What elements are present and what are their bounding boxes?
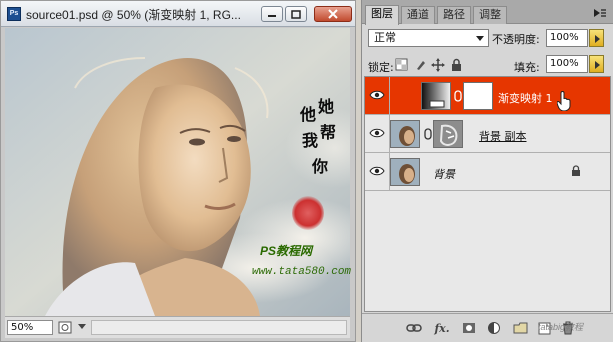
calligraphy-char: 她 [318,97,335,116]
layer-row-background-copy[interactable]: 背景 副本 [365,115,610,153]
panel-menu-icon[interactable] [593,8,607,18]
maximize-icon [291,9,301,19]
watermark-site-name: PS教程网 [260,244,313,258]
minimize-icon [268,15,276,17]
tab-adjustments[interactable]: 调整 [473,6,507,24]
corner-watermark: tatabig教程 [538,322,584,332]
layer-row-gradient-map[interactable]: 渐变映射 1 [365,77,610,115]
lock-transparency-icon[interactable] [395,58,408,71]
layers-list: 渐变映射 1 背景 副本 背景 [364,76,611,312]
lock-options [395,58,461,72]
calligraphy-char: 帮 [320,123,337,142]
new-adjustment-layer-button[interactable] [486,320,502,336]
layer-mask-thumbnail[interactable] [463,82,493,110]
photoshop-app-icon: Ps [7,7,21,21]
link-icon [406,324,422,332]
blend-mode-value: 正常 [374,31,396,44]
fx-icon: fx. [434,321,450,335]
fill-label: 填充: [514,61,540,74]
lock-label: 锁定: [368,61,394,74]
add-mask-button[interactable] [461,320,477,336]
layer-name[interactable]: 背景 [433,166,455,182]
layer-name[interactable]: 渐变映射 1 [498,90,553,106]
mask-link-icon[interactable] [454,90,462,102]
layer-mask-thumbnail[interactable] [433,120,463,148]
watermark-url: www.tata580.com [252,266,352,278]
zoom-level-field[interactable]: 50% [7,320,53,335]
tab-layers[interactable]: 图层 [365,5,399,25]
document-title-bar[interactable]: Ps source01.psd @ 50% (渐变映射 1, RG... [1,1,355,27]
visibility-eye-icon[interactable] [367,85,387,105]
fill-slider-button[interactable] [589,55,604,73]
maximize-button[interactable] [285,6,307,22]
document-title: source01.psd @ 50% (渐变映射 1, RG... [26,8,241,22]
lock-pixels-icon[interactable] [417,61,425,70]
panel-tab-strip: 图层 通道 路径 调整 [362,0,613,25]
new-group-button[interactable] [512,320,528,336]
document-window: Ps source01.psd @ 50% (渐变映射 1, RG... 50% [0,0,356,342]
chevron-down-icon [476,36,484,41]
layer-thumbnail[interactable] [390,158,420,186]
tab-paths[interactable]: 路径 [437,6,471,24]
divider [389,77,390,114]
close-button[interactable] [314,6,352,22]
lock-position-icon[interactable] [431,58,445,72]
visibility-eye-icon[interactable] [367,161,387,181]
opacity-label: 不透明度: [492,33,540,46]
status-bar: 50% [5,316,350,338]
gradient-map-thumbnail[interactable] [421,82,451,110]
red-seal-stamp [292,196,324,230]
calligraphy-char: 你 [312,157,329,176]
fill-input[interactable]: 100% [546,55,588,73]
visibility-eye-icon[interactable] [367,123,387,143]
tab-channels[interactable]: 通道 [401,6,435,24]
calligraphy-char: 他 [300,105,317,124]
minimize-button[interactable] [261,6,283,22]
layers-panel: 图层 通道 路径 调整 正常 不透明度: 100% 锁定: 填充: 100% 渐… [361,0,613,342]
layer-thumbnail[interactable] [390,120,420,148]
opacity-input[interactable]: 100% [546,29,588,47]
document-info-icon[interactable] [58,321,72,334]
mask-link-icon[interactable] [424,128,432,140]
layer-locked-icon [572,165,580,176]
opacity-slider-button[interactable] [589,29,604,47]
lock-all-icon[interactable] [452,58,461,72]
layer-row-background[interactable]: 背景 [365,153,610,191]
close-icon [328,9,338,19]
folder-icon [513,322,527,334]
add-layer-style-button[interactable]: fx. [434,320,450,336]
adjustment-icon [488,322,500,334]
layer-name[interactable]: 背景 副本 [479,128,527,144]
calligraphy-char: 我 [302,131,319,150]
link-layers-button[interactable] [406,320,422,336]
status-menu-arrow-icon[interactable] [78,324,86,329]
mask-icon [463,323,475,333]
blend-mode-select[interactable]: 正常 [368,29,489,47]
hand-cursor-icon [557,91,571,111]
horizontal-scrollbar[interactable] [91,320,347,335]
